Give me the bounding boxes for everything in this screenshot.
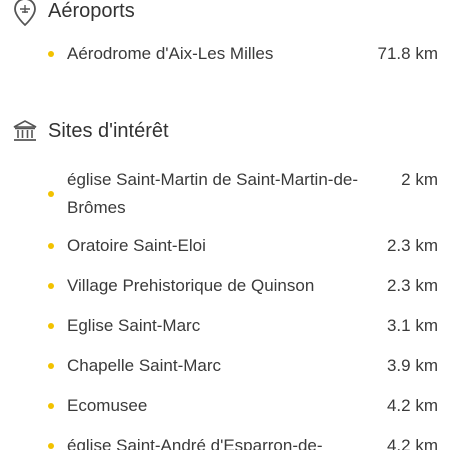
place-distance: 2.3 km	[386, 236, 438, 255]
bullet-dot	[48, 403, 54, 409]
place-distance: 4.2 km	[386, 436, 438, 450]
bullet-dot	[48, 323, 54, 329]
airport-pin-icon	[12, 0, 38, 27]
place-name: Aérodrome d'Aix-Les Milles	[67, 44, 274, 63]
place-distance: 3.9 km	[386, 356, 438, 375]
place-name: église Saint-André d'Esparron-de-	[67, 436, 323, 450]
place-name: Ecomusee	[67, 396, 148, 415]
museum-landmark-icon	[12, 118, 38, 146]
section-title-poi: Sites d'intérêt	[48, 120, 169, 142]
section-header-poi: Sites d'intérêt	[0, 118, 450, 148]
bullet-dot	[48, 283, 54, 289]
place-distance: 2 km	[401, 170, 438, 189]
bullet-dot	[48, 51, 54, 57]
place-name: Village Prehistorique de Quinson	[67, 276, 315, 295]
place-distance: 3.1 km	[386, 316, 438, 335]
bullet-dot	[48, 191, 54, 197]
place-distance: 4.2 km	[386, 396, 438, 415]
section-title-airports: Aéroports	[48, 0, 135, 22]
place-name: Chapelle Saint-Marc	[67, 356, 222, 375]
bullet-dot	[48, 443, 54, 449]
place-distance: 2.3 km	[386, 276, 438, 295]
place-name: Eglise Saint-Marc	[67, 316, 201, 335]
bullet-dot	[48, 243, 54, 249]
bullet-dot	[48, 363, 54, 369]
place-name: église Saint-Martin de Saint-Martin-de-B…	[67, 170, 359, 217]
place-name: Oratoire Saint-Eloi	[67, 236, 206, 255]
section-header-airports: Aéroports	[0, 0, 450, 28]
place-distance: 71.8 km	[377, 44, 438, 63]
